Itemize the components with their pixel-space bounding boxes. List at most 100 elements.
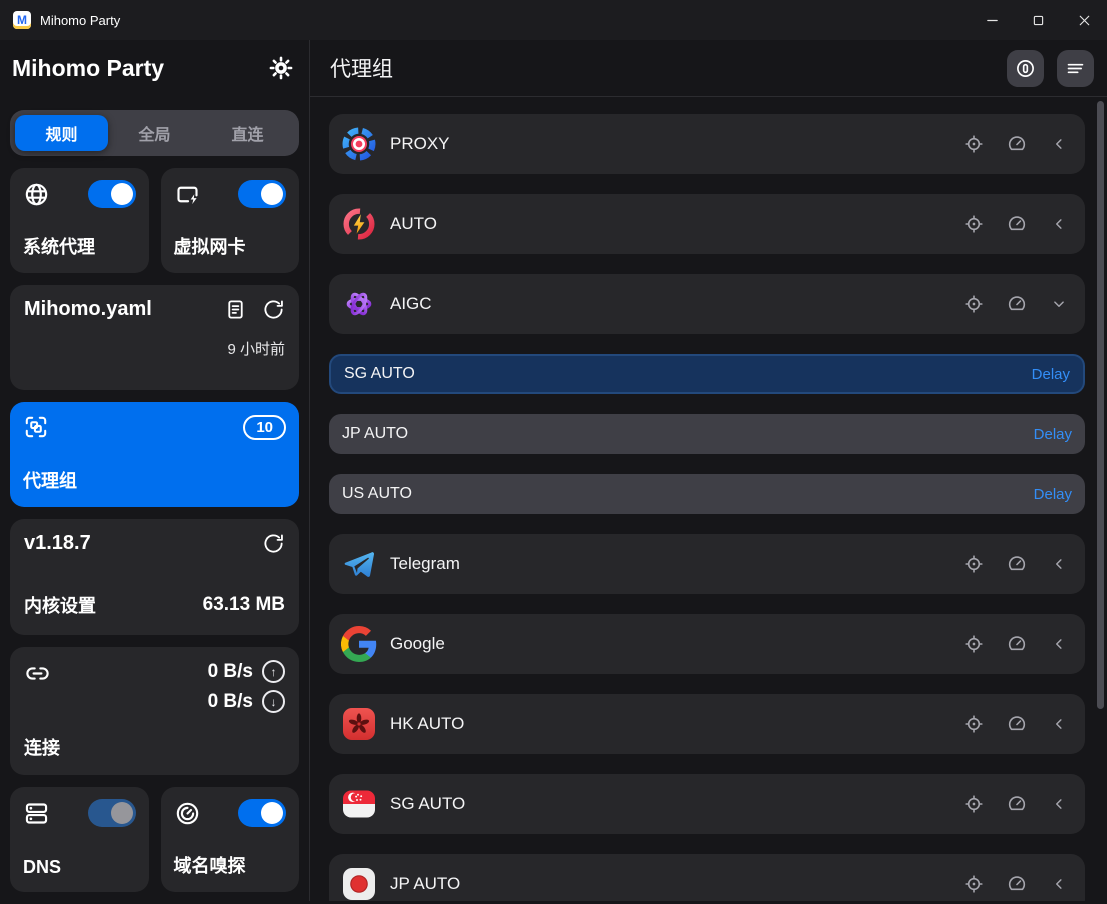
proxy-group-row[interactable]: SG AUTO bbox=[329, 774, 1085, 834]
delay-gauge-icon[interactable] bbox=[1007, 794, 1027, 814]
chevron-left-icon[interactable] bbox=[1050, 135, 1068, 153]
proxy-group-name: AIGC bbox=[390, 294, 964, 314]
proxy-node-name: US AUTO bbox=[342, 485, 412, 503]
delay-gauge-icon[interactable] bbox=[1007, 134, 1027, 154]
delay-gauge-icon[interactable] bbox=[1007, 874, 1027, 894]
sniffer-label: 域名嗅探 bbox=[174, 852, 287, 878]
proxy-groups-count-badge: 10 bbox=[243, 415, 286, 440]
refresh-icon[interactable] bbox=[262, 298, 285, 321]
refresh-icon[interactable] bbox=[262, 532, 285, 555]
proxy-group-row[interactable]: PROXY bbox=[329, 114, 1085, 174]
hk-flag-icon bbox=[341, 706, 377, 742]
gear-icon[interactable] bbox=[268, 55, 294, 81]
proxy-node-row[interactable]: JP AUTO Delay bbox=[329, 414, 1085, 454]
delay-label[interactable]: Delay bbox=[1034, 486, 1072, 503]
globe-icon bbox=[23, 181, 50, 208]
chevron-left-icon[interactable] bbox=[1050, 215, 1068, 233]
delay-label[interactable]: Delay bbox=[1034, 426, 1072, 443]
proxy-group-row[interactable]: AUTO bbox=[329, 194, 1085, 254]
proxy-logo-icon bbox=[341, 126, 377, 162]
network-card-icon bbox=[174, 181, 201, 208]
chevron-left-icon[interactable] bbox=[1050, 635, 1068, 653]
proxy-groups-label: 代理组 bbox=[23, 467, 286, 493]
connections-label: 连接 bbox=[24, 734, 285, 760]
core-card[interactable]: v1.18.7 内核设置 63.13 MB bbox=[10, 519, 299, 635]
delay-gauge-icon[interactable] bbox=[1007, 554, 1027, 574]
proxy-groups-card[interactable]: 10 代理组 bbox=[10, 402, 299, 507]
system-proxy-card[interactable]: 系统代理 bbox=[10, 168, 149, 273]
file-icon[interactable] bbox=[224, 298, 247, 321]
delay-label[interactable]: Delay bbox=[1032, 366, 1070, 383]
dns-card[interactable]: DNS bbox=[10, 787, 149, 892]
link-icon bbox=[24, 660, 51, 687]
tab-global[interactable]: 全局 bbox=[108, 115, 201, 151]
aigc-logo-icon bbox=[341, 286, 377, 322]
core-memory: 63.13 MB bbox=[203, 594, 285, 616]
list-view-button[interactable] bbox=[1057, 50, 1094, 87]
proxy-group-name: Google bbox=[390, 634, 964, 654]
connections-card[interactable]: 0 B/s ↑ 0 B/s ↓ 连接 bbox=[10, 647, 299, 775]
scrollbar-thumb[interactable] bbox=[1097, 101, 1104, 709]
core-label: 内核设置 bbox=[24, 592, 96, 618]
proxy-group-row[interactable]: Google bbox=[329, 614, 1085, 674]
auto-logo-icon bbox=[341, 206, 377, 242]
proxy-group-row[interactable]: HK AUTO bbox=[329, 694, 1085, 754]
main-header: 代理组 bbox=[310, 40, 1107, 97]
delay-gauge-icon[interactable] bbox=[1007, 714, 1027, 734]
arrow-down-circle-icon: ↓ bbox=[262, 690, 285, 713]
sidebar: Mihomo Party 规则全局直连 系统代理 bbox=[0, 40, 310, 901]
close-icon[interactable] bbox=[1061, 0, 1107, 40]
chevron-left-icon[interactable] bbox=[1050, 555, 1068, 573]
locate-icon[interactable] bbox=[964, 294, 984, 314]
tun-label: 虚拟网卡 bbox=[174, 233, 287, 259]
sniffer-toggle[interactable] bbox=[238, 799, 286, 827]
minimize-icon[interactable] bbox=[969, 0, 1015, 40]
system-proxy-toggle[interactable] bbox=[88, 180, 136, 208]
locate-icon[interactable] bbox=[964, 214, 984, 234]
proxy-node-name: JP AUTO bbox=[342, 425, 408, 443]
arrow-up-circle-icon: ↑ bbox=[262, 660, 285, 683]
chevron-left-icon[interactable] bbox=[1050, 875, 1068, 893]
titlebar: M Mihomo Party bbox=[0, 0, 1107, 40]
proxy-group-row[interactable]: AIGC bbox=[329, 274, 1085, 334]
tab-rule[interactable]: 规则 bbox=[15, 115, 108, 151]
chevron-down-icon[interactable] bbox=[1050, 295, 1068, 313]
proxy-group-row[interactable]: Telegram bbox=[329, 534, 1085, 594]
tun-toggle[interactable] bbox=[238, 180, 286, 208]
mode-tabs: 规则全局直连 bbox=[10, 110, 299, 156]
upload-speed: 0 B/s bbox=[208, 661, 253, 683]
locate-icon[interactable] bbox=[964, 554, 984, 574]
proxy-node-row[interactable]: US AUTO Delay bbox=[329, 474, 1085, 514]
chevron-left-icon[interactable] bbox=[1050, 795, 1068, 813]
proxy-group-row[interactable]: JP AUTO bbox=[329, 854, 1085, 901]
proxy-group-list: PROXYAUTOAIGCSG AUTODelayJP AUTODelayUS … bbox=[310, 97, 1107, 901]
dns-toggle[interactable] bbox=[88, 799, 136, 827]
delay-gauge-icon[interactable] bbox=[1007, 214, 1027, 234]
proxy-group-name: SG AUTO bbox=[390, 794, 964, 814]
proxy-group-name: JP AUTO bbox=[390, 874, 964, 894]
locate-icon[interactable] bbox=[964, 794, 984, 814]
window-controls bbox=[969, 0, 1107, 40]
chevron-left-icon[interactable] bbox=[1050, 715, 1068, 733]
tun-card[interactable]: 虚拟网卡 bbox=[161, 168, 300, 273]
window-title: Mihomo Party bbox=[40, 13, 120, 28]
app-logo-icon: M bbox=[13, 11, 31, 29]
maximize-icon[interactable] bbox=[1015, 0, 1061, 40]
locate-icon[interactable] bbox=[964, 634, 984, 654]
proxy-node-row[interactable]: SG AUTODelay bbox=[329, 354, 1085, 394]
tab-direct[interactable]: 直连 bbox=[201, 115, 294, 151]
system-proxy-label: 系统代理 bbox=[23, 233, 136, 259]
locate-icon[interactable] bbox=[964, 714, 984, 734]
sniffer-card[interactable]: 域名嗅探 bbox=[161, 787, 300, 892]
proxy-group-name: HK AUTO bbox=[390, 714, 964, 734]
core-version: v1.18.7 bbox=[24, 532, 91, 555]
telegram-logo-icon bbox=[341, 546, 377, 582]
zero-delay-button[interactable] bbox=[1007, 50, 1044, 87]
locate-icon[interactable] bbox=[964, 134, 984, 154]
delay-gauge-icon[interactable] bbox=[1007, 634, 1027, 654]
profile-card[interactable]: Mihomo.yaml 9 小时前 bbox=[10, 285, 299, 390]
page-title: 代理组 bbox=[330, 53, 393, 83]
sidebar-header: Mihomo Party bbox=[0, 40, 309, 96]
locate-icon[interactable] bbox=[964, 874, 984, 894]
delay-gauge-icon[interactable] bbox=[1007, 294, 1027, 314]
